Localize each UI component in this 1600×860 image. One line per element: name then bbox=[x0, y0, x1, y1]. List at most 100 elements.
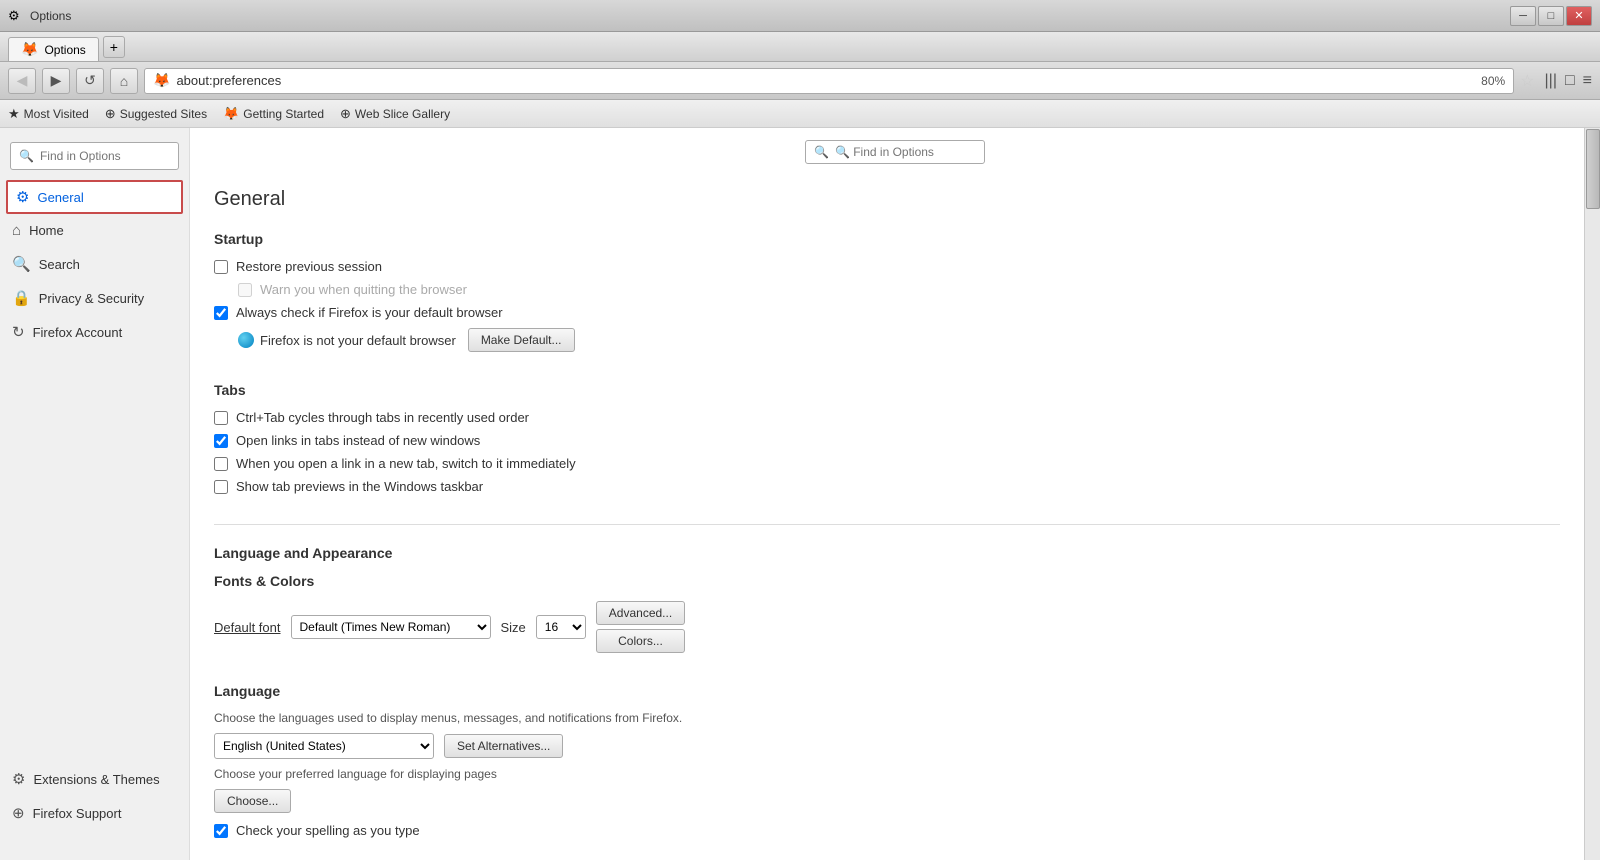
font-row: Default font Default (Times New Roman) S… bbox=[214, 601, 1560, 653]
ctrl-tab-checkbox[interactable] bbox=[214, 411, 228, 425]
home-icon: ⌂ bbox=[12, 222, 21, 239]
window-controls: ─ □ ✕ bbox=[1510, 6, 1592, 26]
find-magnifier-icon: 🔍 bbox=[814, 145, 829, 159]
default-browser-checkbox[interactable] bbox=[214, 306, 228, 320]
language-section: Language Choose the languages used to di… bbox=[214, 683, 1560, 838]
scrollbar-thumb[interactable] bbox=[1586, 129, 1600, 209]
sidebar-item-home[interactable]: ⌂ Home bbox=[0, 214, 189, 247]
open-links-checkbox[interactable] bbox=[214, 434, 228, 448]
nav-bar: ◀ ▶ ↺ ⌂ 🦊 about:preferences 80% ☆ ||| □ … bbox=[0, 62, 1600, 100]
page-content: General Startup Restore previous session… bbox=[190, 172, 1600, 860]
preferred-lang-desc: Choose your preferred language for displ… bbox=[214, 767, 1560, 781]
sidebar-item-label: Privacy & Security bbox=[39, 291, 144, 306]
back-button[interactable]: ◀ bbox=[8, 68, 36, 94]
url-text: about:preferences bbox=[176, 73, 1475, 88]
minimize-button[interactable]: ─ bbox=[1510, 6, 1536, 26]
spell-check-row: Check your spelling as you type bbox=[214, 823, 1560, 838]
restore-session-row: Restore previous session bbox=[214, 259, 1560, 274]
bookmark-label: Getting Started bbox=[243, 107, 324, 121]
forward-button[interactable]: ▶ bbox=[42, 68, 70, 94]
find-options-input[interactable] bbox=[40, 149, 170, 163]
warn-quit-row: Warn you when quitting the browser bbox=[238, 282, 1560, 297]
lock-icon: 🔒 bbox=[12, 289, 31, 307]
browser-status: Firefox is not your default browser bbox=[238, 332, 456, 348]
bookmark-suggested[interactable]: ⊕ Suggested Sites bbox=[105, 106, 207, 122]
size-select[interactable]: 16 bbox=[536, 615, 586, 639]
find-options-bar[interactable]: 🔍 bbox=[10, 142, 179, 170]
content-find-input[interactable] bbox=[835, 145, 976, 159]
home-button[interactable]: ⌂ bbox=[110, 68, 138, 94]
ctrl-tab-row: Ctrl+Tab cycles through tabs in recently… bbox=[214, 410, 1560, 425]
sidebar-item-support[interactable]: ⊕ Firefox Support bbox=[0, 796, 190, 830]
find-options-container: 🔍 bbox=[10, 142, 179, 170]
sidebar-item-general[interactable]: ⚙ General bbox=[6, 180, 183, 214]
startup-title: Startup bbox=[214, 231, 1560, 247]
fonts-colors-section: Fonts & Colors Default font Default (Tim… bbox=[214, 573, 1560, 653]
language-select-row: English (United States) Set Alternatives… bbox=[214, 733, 1560, 759]
make-default-button[interactable]: Make Default... bbox=[468, 328, 575, 352]
close-button[interactable]: ✕ bbox=[1566, 6, 1592, 26]
search-icon: 🔍 bbox=[19, 149, 34, 163]
tabs-section: Tabs Ctrl+Tab cycles through tabs in rec… bbox=[214, 382, 1560, 494]
sidebar-item-account[interactable]: ↻ Firefox Account bbox=[0, 315, 189, 349]
content-find-bar[interactable]: 🔍 bbox=[805, 140, 985, 164]
bookmark-web-slice[interactable]: ⊕ Web Slice Gallery bbox=[340, 106, 450, 122]
firefox-tab-icon: 🦊 bbox=[21, 41, 38, 58]
firefox-bm-icon: 🦊 bbox=[223, 106, 239, 122]
colors-button[interactable]: Colors... bbox=[596, 629, 685, 653]
bookmark-star[interactable]: ☆ bbox=[1520, 71, 1534, 91]
open-links-label: Open links in tabs instead of new window… bbox=[236, 433, 480, 448]
scrollbar[interactable] bbox=[1584, 128, 1600, 860]
url-firefox-icon: 🦊 bbox=[153, 72, 170, 89]
tab-previews-checkbox[interactable] bbox=[214, 480, 228, 494]
tab-previews-label: Show tab previews in the Windows taskbar bbox=[236, 479, 483, 494]
advanced-button[interactable]: Advanced... bbox=[596, 601, 685, 625]
sidebar-item-label: Search bbox=[39, 257, 80, 272]
suggested-icon: ⊕ bbox=[105, 106, 116, 122]
font-select[interactable]: Default (Times New Roman) bbox=[291, 615, 491, 639]
tabs-title: Tabs bbox=[214, 382, 1560, 398]
default-browser-status-row: Firefox is not your default browser Make… bbox=[238, 328, 1560, 352]
choose-button[interactable]: Choose... bbox=[214, 789, 291, 813]
sidebar: 🔍 ⚙ General ⌂ Home 🔍 Search 🔒 Privacy & … bbox=[0, 128, 190, 860]
new-tab-button[interactable]: + bbox=[103, 36, 125, 58]
language-appearance-section: Language and Appearance Fonts & Colors D… bbox=[214, 545, 1560, 838]
refresh-button[interactable]: ↺ bbox=[76, 68, 104, 94]
language-title: Language bbox=[214, 683, 1560, 699]
sidebar-item-privacy[interactable]: 🔒 Privacy & Security bbox=[0, 281, 189, 315]
bookmark-getting-started[interactable]: 🦊 Getting Started bbox=[223, 106, 324, 122]
restore-session-label: Restore previous session bbox=[236, 259, 382, 274]
sidebar-item-label: Firefox Support bbox=[33, 806, 122, 821]
switch-tab-row: When you open a link in a new tab, switc… bbox=[214, 456, 1560, 471]
tab-label: Options bbox=[44, 43, 85, 57]
bookmark-most-visited[interactable]: ★ Most Visited bbox=[8, 106, 89, 122]
title-bar: ⚙ Options ─ □ ✕ bbox=[0, 0, 1600, 32]
sidebar-item-label: Extensions & Themes bbox=[33, 772, 159, 787]
switch-tab-label: When you open a link in a new tab, switc… bbox=[236, 456, 576, 471]
browser-status-text: Firefox is not your default browser bbox=[260, 333, 456, 348]
warn-quit-checkbox[interactable] bbox=[238, 283, 252, 297]
web-slice-icon: ⊕ bbox=[340, 106, 351, 122]
sidebar-item-label: Home bbox=[29, 223, 64, 238]
spell-check-checkbox[interactable] bbox=[214, 824, 228, 838]
sidebar-icon[interactable]: □ bbox=[1565, 72, 1575, 90]
sidebar-item-label: Firefox Account bbox=[33, 325, 123, 340]
restore-session-checkbox[interactable] bbox=[214, 260, 228, 274]
maximize-button[interactable]: □ bbox=[1538, 6, 1564, 26]
sidebar-item-search[interactable]: 🔍 Search bbox=[0, 247, 189, 281]
spell-check-label: Check your spelling as you type bbox=[236, 823, 420, 838]
open-links-row: Open links in tabs instead of new window… bbox=[214, 433, 1560, 448]
language-select[interactable]: English (United States) bbox=[214, 733, 434, 759]
content-area: 🔍 General Startup Restore previous sessi… bbox=[190, 128, 1600, 860]
menu-icon[interactable]: ≡ bbox=[1583, 72, 1592, 90]
default-browser-label: Always check if Firefox is your default … bbox=[236, 305, 503, 320]
sidebar-item-extensions[interactable]: ⚙ Extensions & Themes bbox=[0, 762, 190, 796]
tab-options[interactable]: 🦊 Options bbox=[8, 37, 99, 61]
set-alternatives-button[interactable]: Set Alternatives... bbox=[444, 734, 563, 758]
bookmarks-bar: ★ Most Visited ⊕ Suggested Sites 🦊 Getti… bbox=[0, 100, 1600, 128]
url-bar[interactable]: 🦊 about:preferences 80% bbox=[144, 68, 1514, 94]
library-icon[interactable]: ||| bbox=[1545, 72, 1557, 90]
switch-tab-checkbox[interactable] bbox=[214, 457, 228, 471]
support-icon: ⊕ bbox=[12, 804, 25, 822]
warn-quit-label: Warn you when quitting the browser bbox=[260, 282, 467, 297]
